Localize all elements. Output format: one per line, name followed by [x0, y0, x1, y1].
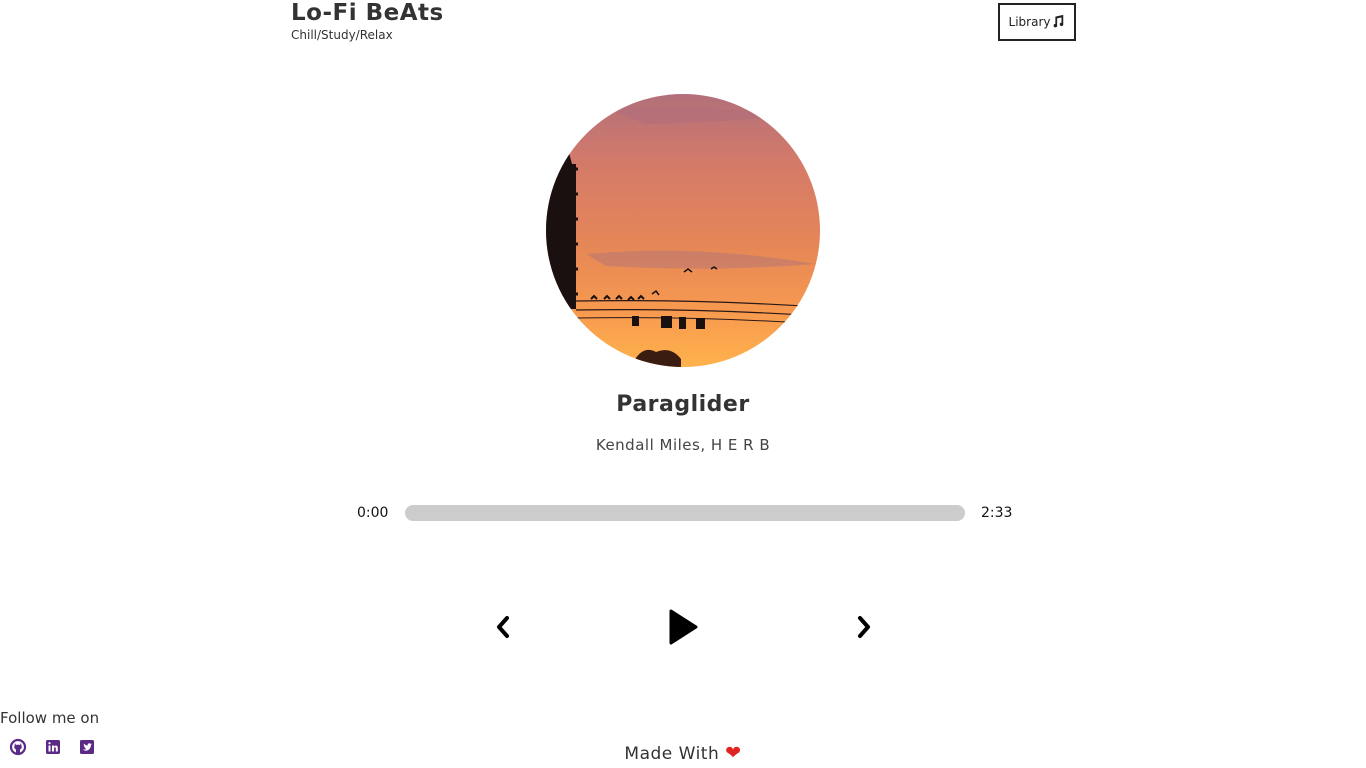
made-with-label: Made With: [624, 744, 720, 764]
library-button-label: Library: [1008, 15, 1051, 29]
album-artwork: [546, 94, 820, 367]
brand: Lo-Fi BeAts Chill/Study/Relax: [291, 0, 444, 42]
total-time: 2:33: [981, 505, 1013, 521]
app-title: Lo-Fi BeAts: [291, 0, 444, 26]
follow-label: Follow me on: [0, 709, 100, 727]
progress-slider[interactable]: [405, 505, 965, 521]
previous-button[interactable]: [492, 614, 514, 640]
chevron-right-icon: [858, 616, 870, 638]
music-note-icon: [1051, 14, 1065, 31]
library-button[interactable]: Library: [998, 3, 1076, 41]
heart-icon: ❤: [725, 742, 742, 764]
play-button[interactable]: [665, 607, 701, 647]
song-title: Paraglider: [616, 392, 750, 417]
current-time: 0:00: [357, 505, 389, 521]
made-with-footer: Made With ❤: [0, 742, 1366, 764]
next-button[interactable]: [853, 614, 875, 640]
song-artist: Kendall Miles, H E R B: [595, 436, 771, 454]
chevron-left-icon: [497, 616, 509, 638]
play-icon: [669, 609, 698, 645]
app-page: Lo-Fi BeAts Chill/Study/Relax Library Pa…: [0, 0, 1366, 768]
app-subtitle: Chill/Study/Relax: [291, 28, 393, 42]
